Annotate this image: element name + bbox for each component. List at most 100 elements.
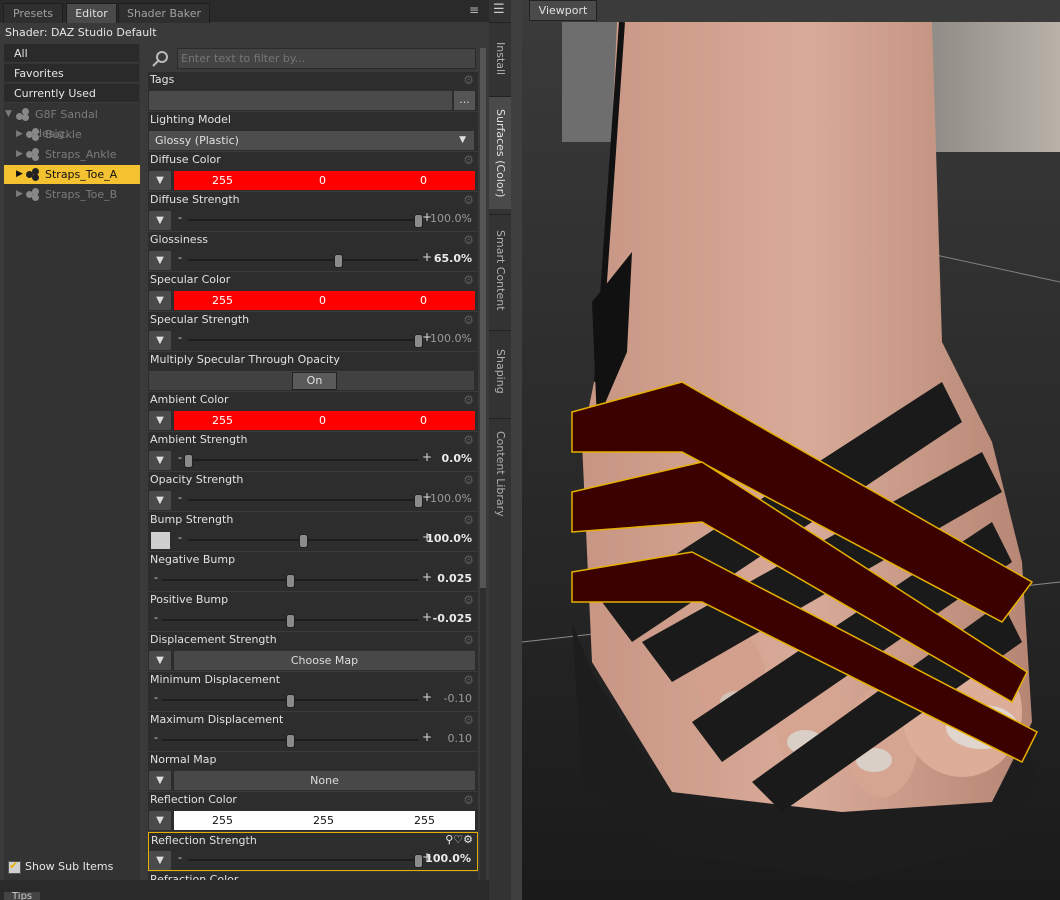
gear-icon[interactable]: ⚙ bbox=[463, 313, 474, 327]
gear-icon[interactable]: ⚙ bbox=[463, 473, 474, 487]
map-dropdown-button[interactable]: ▼ bbox=[149, 211, 171, 230]
map-dropdown-button[interactable]: ▼ bbox=[149, 851, 171, 870]
panel-menu-icon[interactable]: ≡ bbox=[469, 3, 479, 17]
surface-icon bbox=[26, 128, 40, 141]
gear-icon[interactable]: ⚙ bbox=[463, 273, 474, 287]
tab-smart-content[interactable]: Smart Content bbox=[489, 214, 511, 325]
gear-icon[interactable]: ⚙ bbox=[463, 713, 474, 727]
tab-shader-baker[interactable]: Shader Baker bbox=[118, 3, 210, 23]
splitter[interactable] bbox=[511, 0, 522, 900]
gear-icon[interactable]: ⚙ bbox=[463, 593, 474, 607]
bottom-bar bbox=[0, 880, 489, 900]
bump-map-thumbnail[interactable] bbox=[151, 532, 170, 549]
prop-opacity-strength: Opacity Strength ⚙ ▼ - + 100.0% bbox=[148, 472, 478, 511]
map-dropdown-button[interactable]: ▼ bbox=[149, 771, 171, 790]
category-favorites[interactable]: Favorites bbox=[4, 64, 139, 83]
map-dropdown-button[interactable]: ▼ bbox=[149, 291, 171, 310]
slider-knob[interactable] bbox=[414, 494, 423, 508]
panel-tab-bar: Presets Editor Shader Baker ≡ bbox=[0, 0, 489, 23]
scrollbar-thumb[interactable] bbox=[480, 48, 486, 588]
tips-tab[interactable]: Tips bbox=[4, 892, 41, 900]
gear-icon[interactable]: ⚙ bbox=[463, 153, 474, 167]
map-dropdown-button[interactable]: ▼ bbox=[149, 651, 171, 670]
prop-lighting-model: Lighting Model Glossy (Plastic) ▼ bbox=[148, 112, 478, 151]
tree-root-item[interactable]: ▼ G8F Sandal desig... bbox=[4, 105, 140, 140]
slider-knob[interactable] bbox=[414, 854, 423, 868]
gear-icon[interactable]: ⚙ bbox=[463, 393, 474, 407]
tree-item-straps-toe-b[interactable]: ▶ Straps_Toe_B bbox=[4, 185, 140, 204]
gear-icon[interactable]: ⚙ bbox=[463, 633, 474, 647]
dropdown-arrow-icon: ▼ bbox=[459, 135, 466, 145]
category-currently-used[interactable]: Currently Used bbox=[4, 84, 139, 103]
ambient-color-swatch[interactable]: 255 0 0 bbox=[174, 411, 475, 430]
map-dropdown-button[interactable]: ▼ bbox=[149, 451, 171, 470]
viewport-tab[interactable]: Viewport bbox=[529, 0, 597, 21]
specular-color-swatch[interactable]: 255 0 0 bbox=[174, 291, 475, 310]
slider-knob[interactable] bbox=[299, 534, 308, 548]
show-sub-items-checkbox[interactable]: Show Sub Items bbox=[8, 859, 113, 874]
viewport-canvas[interactable] bbox=[522, 22, 1060, 900]
lighting-model-select[interactable]: Glossy (Plastic) ▼ bbox=[149, 131, 474, 150]
reflection-color-swatch[interactable]: 255 255 255 bbox=[174, 811, 475, 830]
map-dropdown-button[interactable]: ▼ bbox=[149, 811, 171, 830]
multiply-specular-toggle[interactable]: On bbox=[149, 371, 474, 390]
tab-install[interactable]: Install bbox=[489, 22, 511, 95]
gear-icon[interactable]: ⚙ bbox=[463, 193, 474, 207]
expand-arrow-icon[interactable]: ▶ bbox=[16, 125, 23, 144]
slider-knob[interactable] bbox=[286, 694, 295, 708]
prop-diffuse-strength: Diffuse Strength ⚙ ▼ - + 100.0% bbox=[148, 192, 478, 231]
tree-item-straps-ankle[interactable]: ▶ Straps_Ankle bbox=[4, 145, 140, 164]
slider-knob[interactable] bbox=[286, 734, 295, 748]
tab-content-library[interactable]: Content Library bbox=[489, 418, 511, 529]
map-dropdown-button[interactable]: ▼ bbox=[149, 491, 171, 510]
expand-arrow-icon[interactable]: ▶ bbox=[16, 185, 23, 204]
tree-item-straps-toe-a[interactable]: ▶ Straps_Toe_A bbox=[4, 165, 140, 184]
slider-knob[interactable] bbox=[414, 334, 423, 348]
tags-browse-button[interactable]: ... bbox=[454, 91, 475, 110]
gear-icon[interactable]: ⚙ bbox=[463, 513, 474, 527]
gear-icon[interactable]: ⚙ bbox=[463, 233, 474, 247]
tab-shaping[interactable]: Shaping bbox=[489, 330, 511, 411]
surface-icon bbox=[26, 188, 40, 201]
diffuse-color-swatch[interactable]: 255 0 0 bbox=[174, 171, 475, 190]
prop-glossiness: Glossiness ⚙ ▼ - + 65.0% bbox=[148, 232, 478, 271]
normal-map-button[interactable]: None bbox=[174, 771, 475, 790]
slider-knob[interactable] bbox=[184, 454, 193, 468]
expand-arrow-icon[interactable]: ▶ bbox=[16, 165, 23, 184]
expand-arrow-icon[interactable]: ▶ bbox=[16, 145, 23, 164]
slider-knob[interactable] bbox=[286, 614, 295, 628]
map-dropdown-button[interactable]: ▼ bbox=[149, 331, 171, 350]
slider-knob[interactable] bbox=[286, 574, 295, 588]
link-heart-gear-icons[interactable]: ⚲♡⚙ bbox=[445, 833, 473, 846]
surface-icon bbox=[26, 168, 40, 181]
prop-displacement-strength: Displacement Strength ⚙ ▼ Choose Map bbox=[148, 632, 478, 671]
prop-max-displacement: Maximum Displacement ⚙ - + 0.10 bbox=[148, 712, 478, 751]
tab-presets[interactable]: Presets bbox=[3, 3, 63, 23]
category-list: All Favorites Currently Used ▼ G8F Sanda… bbox=[4, 44, 140, 880]
category-all[interactable]: All bbox=[4, 44, 139, 63]
map-dropdown-button[interactable]: ▼ bbox=[149, 251, 171, 270]
property-list: Tags ⚙ ... Lighting Model Glossy (Plastic… bbox=[148, 72, 478, 880]
prop-ambient-color: Ambient Color ⚙ ▼ 255 0 0 bbox=[148, 392, 478, 431]
gear-icon[interactable]: ⚙ bbox=[463, 673, 474, 687]
expand-arrow-icon[interactable]: ▼ bbox=[5, 105, 12, 124]
property-scrollbar[interactable] bbox=[480, 48, 486, 880]
gear-icon[interactable]: ⚙ bbox=[463, 73, 474, 87]
tags-field[interactable] bbox=[149, 91, 452, 110]
gear-icon[interactable]: ⚙ bbox=[463, 553, 474, 567]
gear-icon[interactable]: ⚙ bbox=[463, 793, 474, 807]
search-icon bbox=[150, 48, 176, 70]
map-dropdown-button[interactable]: ▼ bbox=[149, 171, 171, 190]
gear-icon[interactable]: ⚙ bbox=[463, 433, 474, 447]
choose-map-button[interactable]: Choose Map bbox=[174, 651, 475, 670]
prop-min-displacement: Minimum Displacement ⚙ - + -0.10 bbox=[148, 672, 478, 711]
map-dropdown-button[interactable]: ▼ bbox=[149, 411, 171, 430]
tab-surfaces[interactable]: Surfaces (Color) bbox=[489, 96, 511, 209]
panel-list-icon[interactable]: ☰ bbox=[493, 2, 505, 17]
tab-editor[interactable]: Editor bbox=[66, 3, 117, 23]
slider-knob[interactable] bbox=[414, 214, 423, 228]
surface-icon bbox=[26, 148, 40, 161]
filter-input[interactable] bbox=[177, 48, 476, 69]
slider-knob[interactable] bbox=[333, 254, 343, 268]
tree-item-buckle[interactable]: ▶ Buckle bbox=[4, 125, 140, 144]
